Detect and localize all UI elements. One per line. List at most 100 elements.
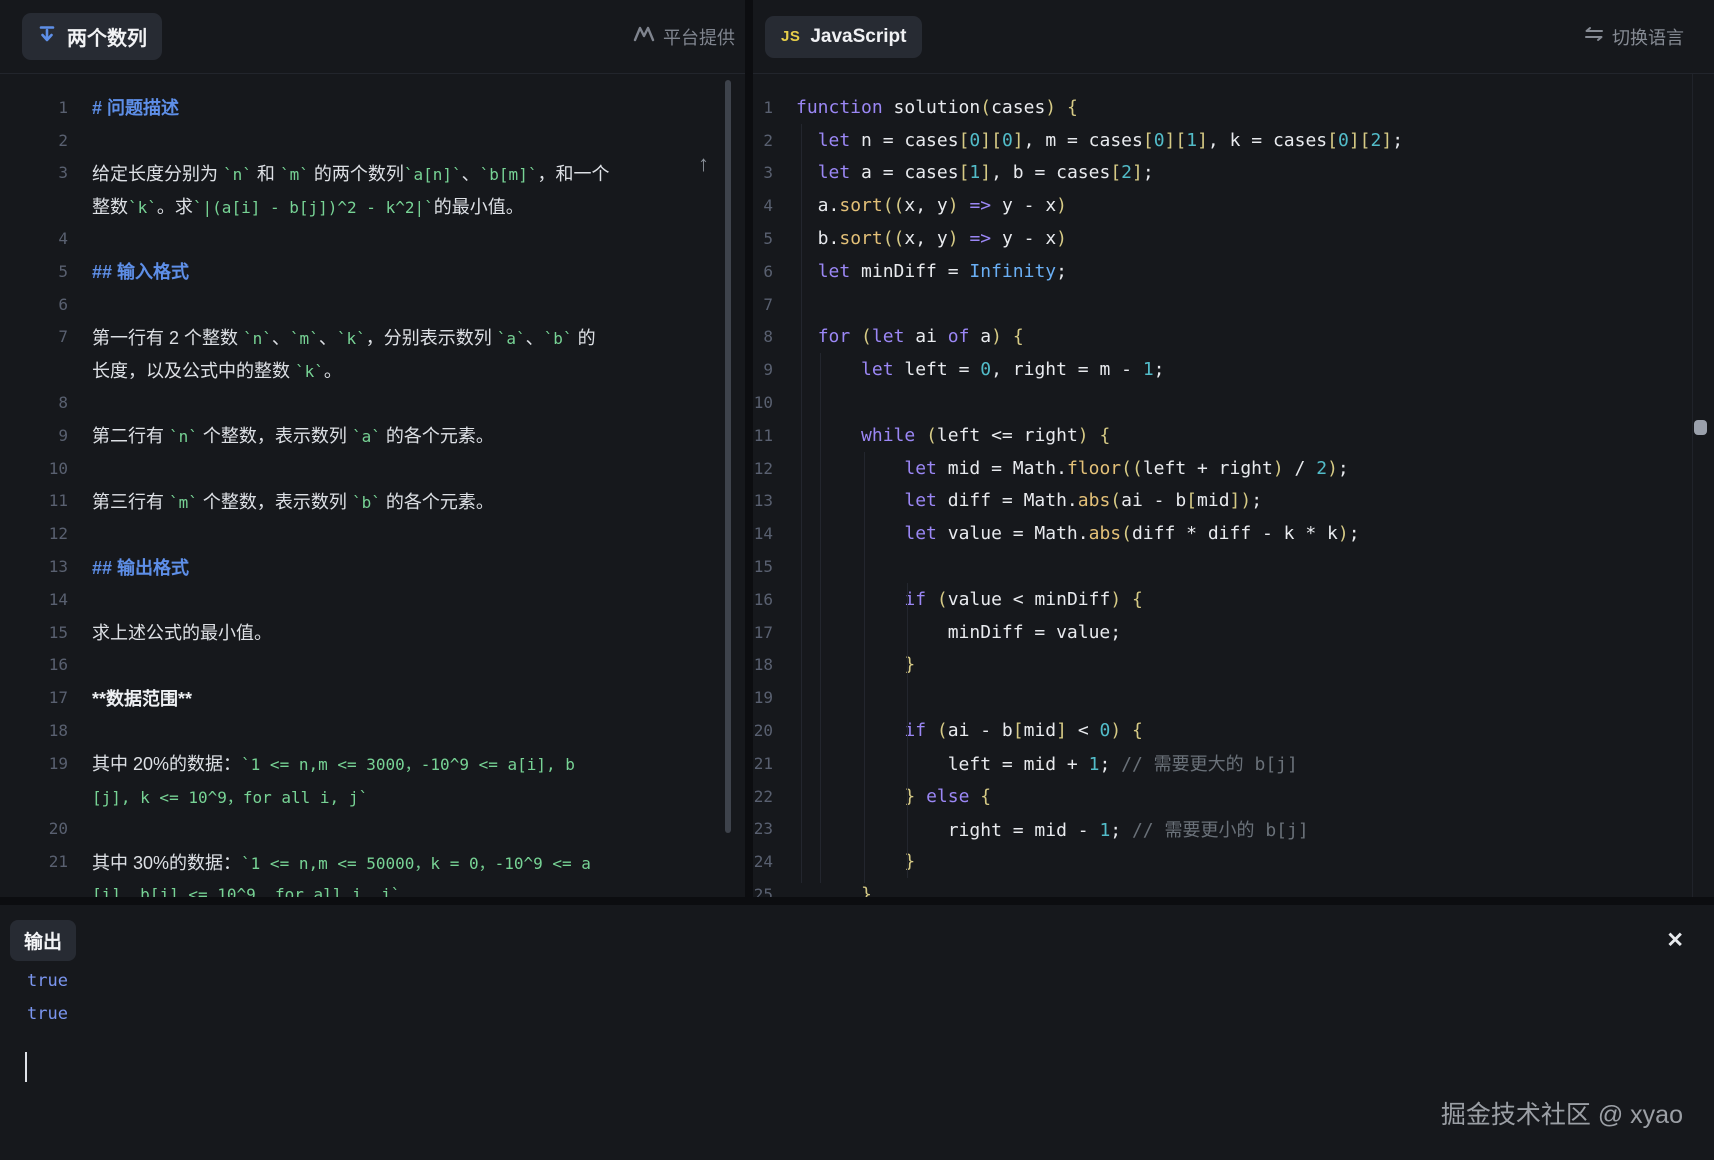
problem-title-badge[interactable]: 两个数列 [22, 13, 162, 60]
line-number: 23 [753, 819, 773, 838]
code-panel: JS JavaScript 切换语言 1function solution(ca… [753, 0, 1714, 897]
line-number: 11 [753, 426, 773, 445]
swap-arrows-icon [1584, 26, 1604, 47]
editor-row: 10 [753, 386, 1714, 419]
editor-row: 长度，以及公式中的整数 `k`。 [0, 353, 745, 386]
line-number: 8 [0, 393, 68, 412]
editor-row: 11第三行有 `m` 个整数，表示数列 `b` 的各个元素。 [0, 485, 745, 518]
output-tab[interactable]: 输出 [10, 920, 76, 961]
line-number: 21 [0, 852, 68, 871]
editor-row: 10 [0, 452, 745, 485]
editor-row: 19 [753, 681, 1714, 714]
indent-guide [907, 583, 908, 878]
platform-logo-icon [633, 25, 655, 48]
editor-row: 2 [0, 124, 745, 157]
language-badge[interactable]: JS JavaScript [765, 16, 922, 58]
line-number: 18 [0, 721, 68, 740]
code-scrollbar[interactable] [1694, 420, 1707, 435]
editor-row: 17 minDiff = value; [753, 616, 1714, 649]
line-number: 3 [0, 163, 68, 182]
editor-row: 6 [0, 288, 745, 321]
problem-editor[interactable]: 1# 问题描述23给定长度分别为 `n` 和 `m` 的两个数列`a[n]`、`… [0, 74, 745, 897]
editor-row: 7第一行有 2 个整数 `n`、`m`、`k`，分别表示数列 `a`、`b` 的 [0, 321, 745, 354]
close-icon[interactable]: ✕ [1660, 929, 1690, 952]
editor-row: 21 left = mid + 1; // 需要更大的 b[j] [753, 747, 1714, 780]
language-name: JavaScript [810, 26, 906, 48]
editor-row: 11 while (left <= right) { [753, 419, 1714, 452]
editor-row: 15求上述公式的最小值。 [0, 616, 745, 649]
line-number: 6 [0, 295, 68, 314]
editor-row: 25 } [753, 878, 1714, 897]
line-number: 20 [753, 721, 773, 740]
editor-row: 1# 问题描述 [0, 91, 745, 124]
editor-row: 4 a.sort((x, y) => y - x) [753, 189, 1714, 222]
editor-row: 18 [0, 714, 745, 747]
editor-row: [i], b[j] <= 10^9, for all i, j` [0, 878, 745, 897]
terminal-cursor [25, 1052, 27, 1082]
line-number: 9 [0, 426, 68, 445]
line-number: 17 [0, 688, 68, 707]
output-lines: truetrue [27, 965, 68, 1031]
problem-panel-header: 两个数列 平台提供 [0, 0, 745, 74]
editor-row: 3 let a = cases[1], b = cases[2]; [753, 157, 1714, 190]
editor-row: 整数`k`。求`|(a[i] - b[j])^2 - k^2|`的最小值。 [0, 189, 745, 222]
line-number: 1 [0, 98, 68, 117]
line-number: 15 [0, 623, 68, 642]
switch-language-button[interactable]: 切换语言 [1578, 0, 1690, 73]
editor-row: 14 [0, 583, 745, 616]
output-line: true [27, 998, 68, 1031]
editor-row: 5 b.sort((x, y) => y - x) [753, 222, 1714, 255]
line-number: 18 [753, 655, 773, 674]
line-number: 15 [753, 557, 773, 576]
editor-row: 19其中 20%的数据：`1 <= n,m <= 3000，-10^9 <= a… [0, 747, 745, 780]
editor-row: 17**数据范围** [0, 681, 745, 714]
line-number: 13 [753, 491, 773, 510]
provider-label: 平台提供 [663, 24, 735, 50]
watermark: 掘金技术社区 @ xyao [1441, 1095, 1683, 1131]
editor-row: 15 [753, 550, 1714, 583]
line-number: 9 [753, 360, 773, 379]
editor-row: 5## 输入格式 [0, 255, 745, 288]
line-number: 2 [753, 131, 773, 150]
editor-row: 23 right = mid - 1; // 需要更小的 b[j] [753, 813, 1714, 846]
line-number: 16 [0, 655, 68, 674]
editor-row: 9第二行有 `n` 个整数，表示数列 `a` 的各个元素。 [0, 419, 745, 452]
editor-row: 8 [0, 386, 745, 419]
line-number: 10 [0, 459, 68, 478]
line-number: 1 [753, 98, 773, 117]
line-number: 24 [753, 852, 773, 871]
editor-row: 24 } [753, 845, 1714, 878]
indent-guide [864, 452, 865, 883]
problem-scrollbar[interactable] [725, 80, 731, 833]
editor-row: 16 [0, 649, 745, 682]
editor-row: 7 [753, 288, 1714, 321]
line-number: 17 [753, 623, 773, 642]
code-panel-header: JS JavaScript 切换语言 [753, 0, 1714, 74]
line-number: 19 [0, 754, 68, 773]
line-number: 14 [753, 524, 773, 543]
editor-row: 22 } else { [753, 780, 1714, 813]
editor-row: 9 let left = 0, right = m - 1; [753, 353, 1714, 386]
editor-row: 3给定长度分别为 `n` 和 `m` 的两个数列`a[n]`、`b[m]`，和一… [0, 157, 745, 190]
editor-row: 4 [0, 222, 745, 255]
line-number: 8 [753, 327, 773, 346]
editor-row: 8 for (let ai of a) { [753, 321, 1714, 354]
line-number: 4 [0, 229, 68, 248]
code-scrollbar-track [1692, 74, 1693, 897]
code-editor[interactable]: 1function solution(cases) {2 let n = cas… [753, 74, 1714, 897]
javascript-icon: JS [781, 28, 800, 45]
line-number: 22 [753, 787, 773, 806]
editor-row: [j], k <= 10^9，for all i, j` [0, 780, 745, 813]
output-line: true [27, 965, 68, 998]
line-number: 6 [753, 262, 773, 281]
platform-provider: 平台提供 [633, 0, 735, 73]
editor-row: 1function solution(cases) { [753, 91, 1714, 124]
line-number: 7 [0, 327, 68, 346]
editor-row: 14 let value = Math.abs(diff * diff - k … [753, 517, 1714, 550]
editor-row: 2 let n = cases[0][0], m = cases[0][1], … [753, 124, 1714, 157]
line-number: 25 [753, 885, 773, 897]
editor-row: 13## 输出格式 [0, 550, 745, 583]
line-number: 10 [753, 393, 773, 412]
line-number: 12 [753, 459, 773, 478]
line-number: 12 [0, 524, 68, 543]
